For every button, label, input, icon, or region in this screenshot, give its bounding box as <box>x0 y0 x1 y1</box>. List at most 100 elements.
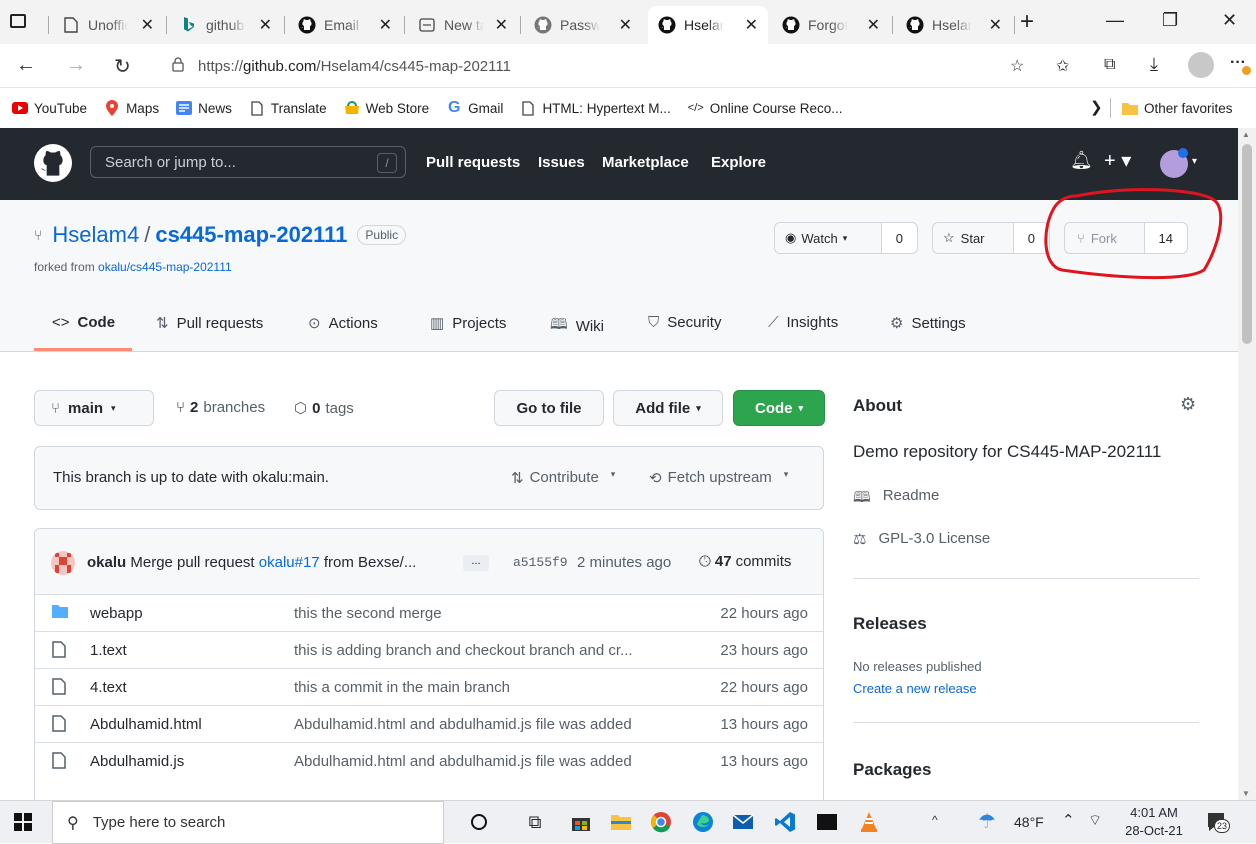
scroll-up-icon[interactable]: ▲ <box>1242 130 1250 139</box>
clock-date[interactable]: 28-Oct-21 <box>1120 823 1188 838</box>
commit-hash-link[interactable]: a5155f9 <box>513 555 568 570</box>
tab-code[interactable]: <> Code <box>52 314 115 331</box>
collections-icon[interactable]: ⧉ <box>1104 56 1115 74</box>
create-release-link[interactable]: Create a new release <box>853 681 977 696</box>
back-button[interactable]: ← <box>16 54 36 77</box>
weather-umbrella-icon[interactable]: ☂ <box>978 809 996 834</box>
tab-security[interactable]: ⛉ Security <box>648 314 721 331</box>
taskbar-search-input[interactable]: ⚲ Type here to search <box>52 801 444 844</box>
downloads-icon[interactable]: ⤓ <box>1150 54 1158 75</box>
close-icon[interactable]: ✕ <box>141 15 154 35</box>
terminal-icon[interactable] <box>814 809 840 835</box>
add-file-button[interactable]: Add file ▾ <box>613 390 723 426</box>
favorite-online-course[interactable]: </> Online Course Reco... <box>688 100 843 116</box>
gear-icon[interactable]: ⚙ <box>1180 394 1196 415</box>
store-icon[interactable] <box>568 809 594 835</box>
favorite-html[interactable]: HTML: Hypertext M... <box>520 100 671 116</box>
close-icon[interactable]: ✕ <box>495 15 508 35</box>
browser-tab[interactable]: New ta ✕ <box>408 6 518 44</box>
other-favorites[interactable]: Other favorites <box>1122 100 1233 116</box>
file-row[interactable]: 4.text this a commit in the main branch 22… <box>34 668 824 705</box>
forked-from-link[interactable]: okalu/cs445-map-202111 <box>98 260 232 274</box>
edge-icon[interactable] <box>690 809 716 835</box>
task-view-icon[interactable]: ⧉ <box>522 809 548 835</box>
favorite-youtube[interactable]: YouTube <box>12 100 87 116</box>
refresh-button[interactable]: ↻ <box>114 54 131 79</box>
chevron-up-icon[interactable]: ⌃ <box>1062 811 1075 829</box>
nav-marketplace[interactable]: Marketplace <box>602 154 689 171</box>
scroll-down-icon[interactable]: ▼ <box>1242 789 1250 798</box>
file-commit-message-link[interactable]: Abdulhamid.html and abdulhamid.js file w… <box>294 716 632 733</box>
close-icon[interactable]: ✕ <box>989 15 1002 35</box>
windows-start-icon[interactable] <box>14 813 32 836</box>
commits-link[interactable]: 🕓︎ 47 commits <box>699 553 791 570</box>
url-bar[interactable]: https://github.com/Hselam4/cs445-map-202… <box>166 50 1006 82</box>
contribute-button[interactable]: ⇅ Contribute ▾ <box>511 469 615 487</box>
tab-wiki[interactable]: 🕮︎ Wiki <box>550 314 604 339</box>
browser-tab-active[interactable]: Hselam ✕ <box>648 6 768 44</box>
notification-icon[interactable]: 23 <box>1206 811 1230 833</box>
bell-icon[interactable]: 🔔︎ <box>1070 150 1093 171</box>
mail-icon[interactable] <box>730 809 756 835</box>
favorite-news[interactable]: News <box>176 100 232 116</box>
chrome-icon[interactable] <box>648 809 674 835</box>
tags-link[interactable]: ⬡ 0 tags <box>294 399 354 418</box>
branches-link[interactable]: ⑂ 2 branches <box>176 399 265 416</box>
favorite-add-icon[interactable]: ☆ <box>1010 56 1024 76</box>
commit-author-link[interactable]: okalu <box>87 554 126 571</box>
commit-expand-button[interactable]: ... <box>463 555 489 571</box>
repo-owner-link[interactable]: Hselam4 <box>52 222 139 248</box>
page-scrollbar[interactable]: ▲ ▼ <box>1238 128 1256 800</box>
weather-temp[interactable]: 48°F <box>1014 814 1044 830</box>
favorites-icon[interactable]: ✩ <box>1056 56 1069 76</box>
close-icon[interactable]: ✕ <box>619 15 632 35</box>
wifi-icon[interactable]: ⌔ <box>1088 811 1102 830</box>
file-commit-message-link[interactable]: Abdulhamid.html and abdulhamid.js file w… <box>294 753 632 770</box>
file-explorer-icon[interactable] <box>608 809 634 835</box>
tab-insights[interactable]: ⟋ Insights <box>768 314 838 331</box>
cortana-icon[interactable] <box>466 809 492 835</box>
releases-heading[interactable]: Releases <box>853 614 927 634</box>
file-row[interactable]: 1.text this is adding branch and checkout… <box>34 631 824 668</box>
profile-avatar[interactable] <box>1188 52 1214 78</box>
browser-tab[interactable]: Email s ✕ <box>288 6 402 44</box>
star-button[interactable]: ☆ Star 0 <box>932 222 1050 254</box>
favorite-gmail[interactable]: G Gmail <box>446 99 504 116</box>
file-commit-message-link[interactable]: this the second merge <box>294 605 442 622</box>
clock-time[interactable]: 4:01 AM <box>1124 805 1184 820</box>
repo-name-link[interactable]: cs445-map-202111 <box>155 222 347 248</box>
fetch-upstream-button[interactable]: ⟲ Fetch upstream ▾ <box>649 469 788 487</box>
file-row[interactable]: Abdulhamid.js Abdulhamid.html and abdulha… <box>34 742 824 779</box>
commit-pr-link[interactable]: okalu#17 <box>259 554 320 571</box>
show-hidden-icons[interactable]: ^ <box>932 813 938 827</box>
file-name-link[interactable]: webapp <box>90 605 143 622</box>
tab-actions[interactable]: ⊙ Actions <box>308 314 378 333</box>
packages-heading[interactable]: Packages <box>853 760 931 780</box>
browser-tab[interactable]: Unoffic ✕ <box>52 6 164 44</box>
close-icon[interactable]: ✕ <box>745 15 758 35</box>
chevron-down-icon[interactable]: ▾ <box>1192 156 1197 167</box>
branch-select[interactable]: ⑂ main ▾ <box>34 390 154 426</box>
scrollbar-thumb[interactable] <box>1242 144 1252 344</box>
favorite-maps[interactable]: Maps <box>104 100 159 116</box>
tab-actions-icon[interactable] <box>10 14 26 28</box>
commit-author-avatar[interactable] <box>51 551 75 575</box>
readme-link[interactable]: 🕮︎ Readme <box>853 487 939 512</box>
license-link[interactable]: ⚖ GPL-3.0 License <box>853 530 990 548</box>
minimize-button[interactable]: — <box>1106 10 1124 31</box>
chevron-right-icon[interactable]: ❯ <box>1090 98 1103 116</box>
forward-button[interactable]: → <box>66 54 86 77</box>
file-commit-message-link[interactable]: this is adding branch and checkout branc… <box>294 642 633 659</box>
browser-tab[interactable]: Passwo ✕ <box>524 6 642 44</box>
tab-projects[interactable]: ▥ Projects <box>430 314 506 333</box>
favorite-web-store[interactable]: Web Store <box>344 100 429 116</box>
file-name-link[interactable]: Abdulhamid.js <box>90 753 184 770</box>
file-row[interactable]: webapp this the second merge 22 hours ago <box>34 594 824 631</box>
nav-pull-requests[interactable]: Pull requests <box>426 154 520 171</box>
browser-tab[interactable]: github ✕ <box>170 6 282 44</box>
close-icon[interactable]: ✕ <box>379 15 392 35</box>
github-search-input[interactable]: Search or jump to... / <box>90 146 406 178</box>
github-logo-icon[interactable] <box>34 144 72 187</box>
vlc-icon[interactable] <box>856 809 882 835</box>
nav-issues[interactable]: Issues <box>538 154 585 171</box>
